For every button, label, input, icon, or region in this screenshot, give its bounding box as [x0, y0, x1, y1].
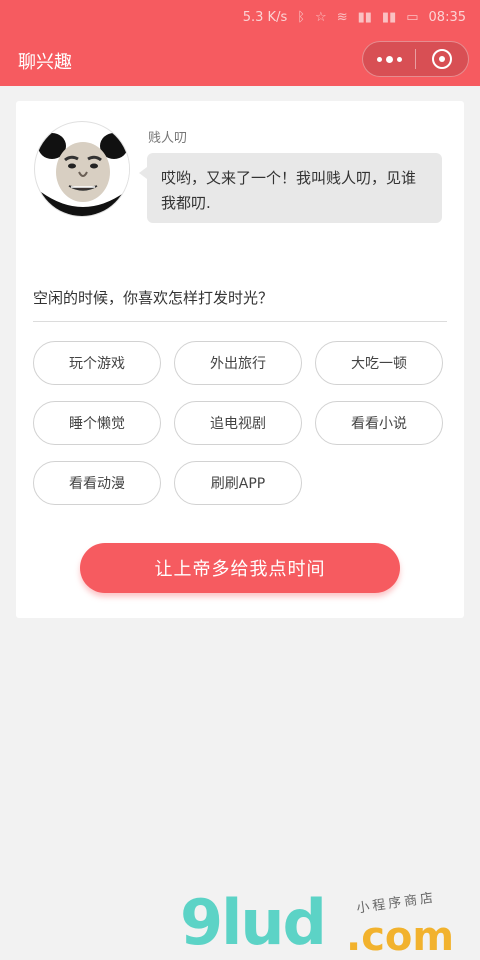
nav-bar: 聊兴趣 — [0, 34, 480, 86]
option-grid: 玩个游戏 外出旅行 大吃一顿 睡个懒觉 追电视剧 看看小说 看看动漫 刷刷APP — [33, 341, 445, 505]
more-icon — [376, 55, 402, 63]
watermark-domain: .com — [346, 914, 455, 960]
close-icon — [432, 49, 452, 69]
signal-icon-2: ▮▮ — [381, 9, 397, 25]
close-button[interactable] — [416, 42, 468, 76]
submit-button[interactable]: 让上帝多给我点时间 — [80, 543, 400, 593]
option-button[interactable]: 看看小说 — [315, 401, 443, 445]
chat-bubble: 哎哟，又来了一个！我叫贱人叨，见谁我都叨. — [139, 153, 442, 223]
watermark: 9lud 小程序商店 .com — [180, 884, 470, 960]
option-button[interactable]: 玩个游戏 — [33, 341, 161, 385]
question-text: 空闲的时候，你喜欢怎样打发时光？ — [33, 289, 274, 307]
status-bar: 5.3 K/s ᛒ ☆ ≋ ▮▮ ▮▮ ▭ 08:35 — [0, 0, 480, 34]
avatar — [34, 121, 130, 217]
option-button[interactable]: 睡个懒觉 — [33, 401, 161, 445]
option-button[interactable]: 外出旅行 — [174, 341, 302, 385]
star-icon: ☆ — [315, 9, 327, 25]
battery-icon: ▭ — [406, 9, 419, 25]
option-button[interactable]: 大吃一顿 — [315, 341, 443, 385]
watermark-logo: 9lud — [180, 886, 327, 959]
watermark-tagline: 小程序商店 — [355, 890, 437, 917]
miniprogram-capsule — [362, 41, 469, 77]
clock: 08:35 — [428, 9, 466, 25]
bluetooth-icon: ᛒ — [297, 9, 306, 25]
bot-name: 贱人叨 — [148, 131, 188, 146]
more-button[interactable] — [363, 42, 415, 76]
page-title: 聊兴趣 — [18, 52, 72, 73]
divider — [33, 321, 447, 322]
chat-card: 贱人叨 哎哟，又来了一个！我叫贱人叨，见谁我都叨. 空闲的时候，你喜欢怎样打发时… — [16, 101, 464, 618]
option-button[interactable]: 看看动漫 — [33, 461, 161, 505]
network-speed: 5.3 K/s — [242, 9, 288, 25]
signal-icon-1: ▮▮ — [357, 9, 372, 25]
wifi-icon: ≋ — [336, 9, 348, 25]
option-button[interactable]: 刷刷APP — [174, 461, 302, 505]
option-button[interactable]: 追电视剧 — [174, 401, 302, 445]
panda-face-icon — [36, 123, 129, 216]
